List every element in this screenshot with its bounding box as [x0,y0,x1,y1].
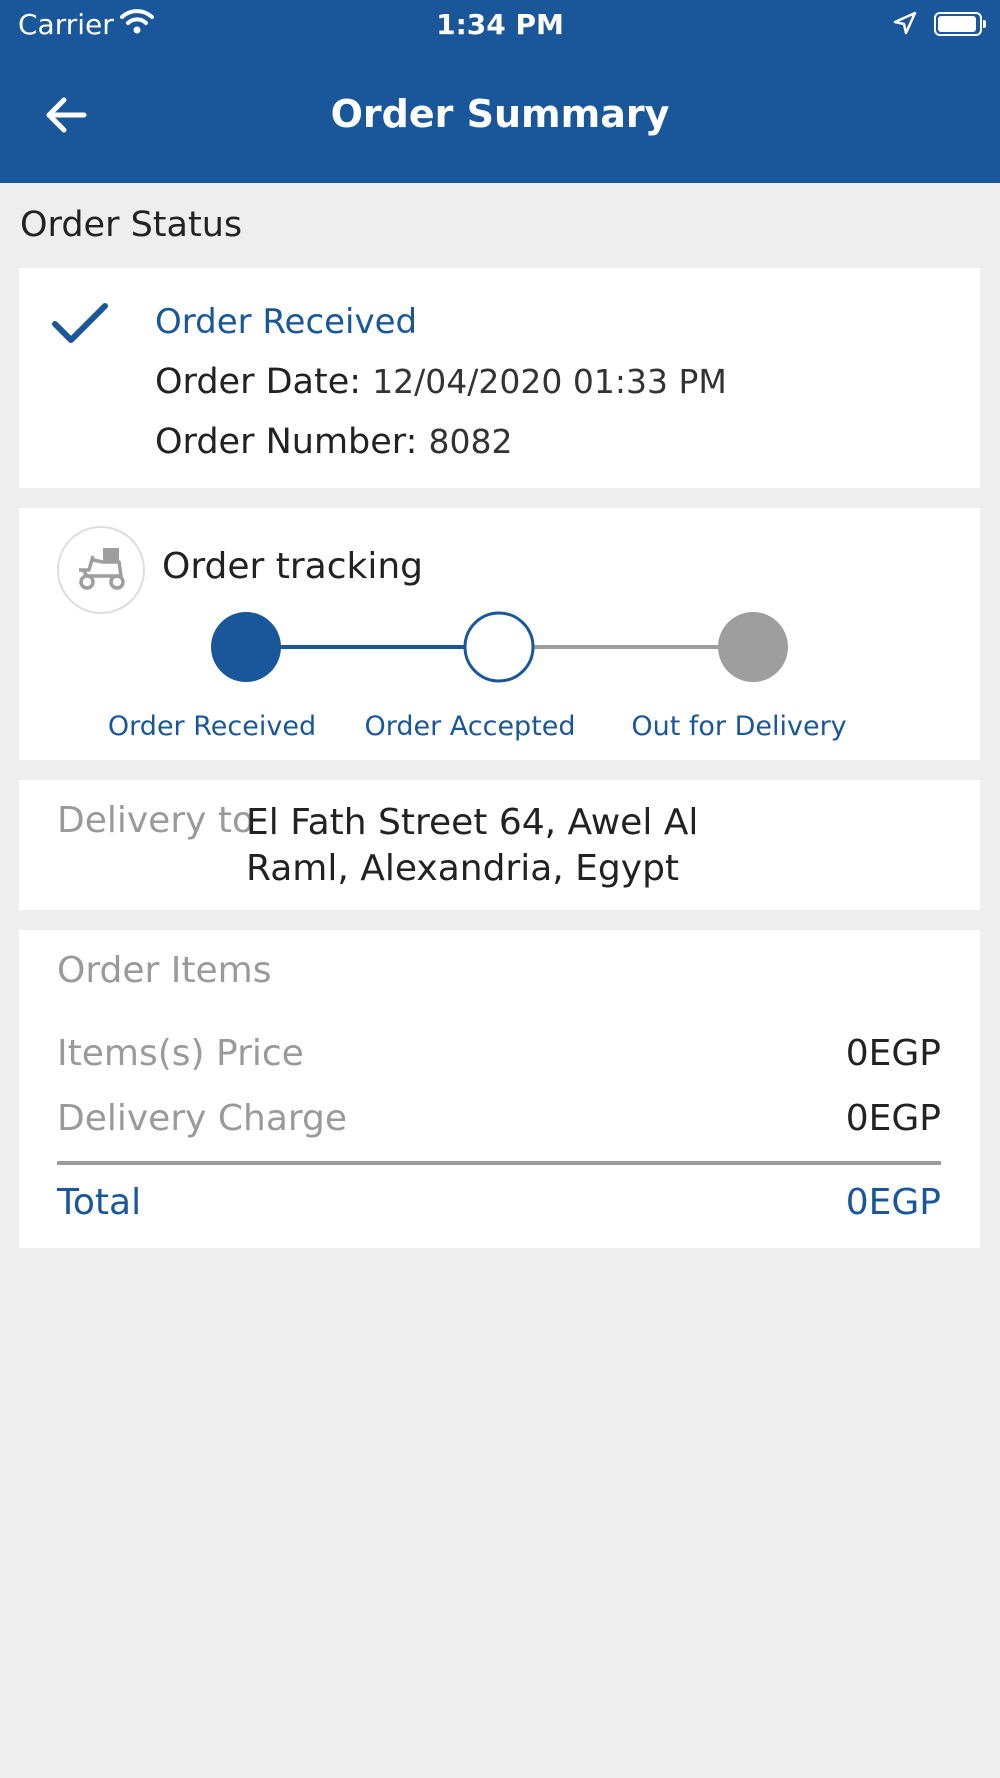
step-pending-dot [718,612,788,682]
step-label-order-accepted: Order Accepted [364,711,576,742]
order-status-card: Order Received Order Date: 12/04/2020 01… [19,268,980,488]
divider [57,1161,941,1165]
order-date-row: Order Date: 12/04/2020 01:33 PM [155,362,727,402]
battery-icon [934,12,986,36]
order-date-value: 12/04/2020 01:33 PM [372,362,727,401]
step-completed-dot [211,612,281,682]
delivery-charge-value: 0EGP [845,1098,941,1139]
step-current-dot [463,611,535,683]
order-number-row: Order Number: 8082 [155,422,513,462]
order-number-label: Order Number: [155,422,418,462]
status-bar: Carrier 1:34 PM [0,0,1000,50]
order-tracking-title: Order tracking [162,546,424,587]
delivery-scooter-icon [57,526,145,614]
location-arrow-icon [892,10,918,43]
order-items-title: Order Items [57,950,272,991]
total-value: 0EGP [845,1182,941,1223]
order-date-label: Order Date: [155,362,362,402]
order-number-value: 8082 [428,422,513,461]
checkmark-icon [51,302,109,346]
step-label-out-for-delivery: Out for Delivery [631,711,847,742]
delivery-charge-label: Delivery Charge [57,1098,348,1139]
order-tracking-card: Order tracking Order Received Order Acce… [19,508,980,760]
order-status-text: Order Received [155,302,418,342]
page-title: Order Summary [330,92,670,136]
total-label: Total [57,1182,142,1223]
step-label-order-received: Order Received [107,711,317,742]
order-items-card: Order Items Items(s) Price 0EGP Delivery… [19,930,980,1248]
delivery-address: El Fath Street 64, Awel Al Raml, Alexand… [246,802,699,889]
delivery-card: Delivery to El Fath Street 64, Awel Al R… [19,780,980,910]
app-header: Carrier 1:34 PM Order Summary [0,0,1000,183]
items-price-label: Items(s) Price [57,1033,304,1074]
items-price-value: 0EGP [845,1033,941,1074]
order-status-heading: Order Status [20,205,243,245]
tracking-progress [211,611,788,683]
delivery-label: Delivery to [57,800,255,841]
clock-time: 1:34 PM [436,8,564,41]
